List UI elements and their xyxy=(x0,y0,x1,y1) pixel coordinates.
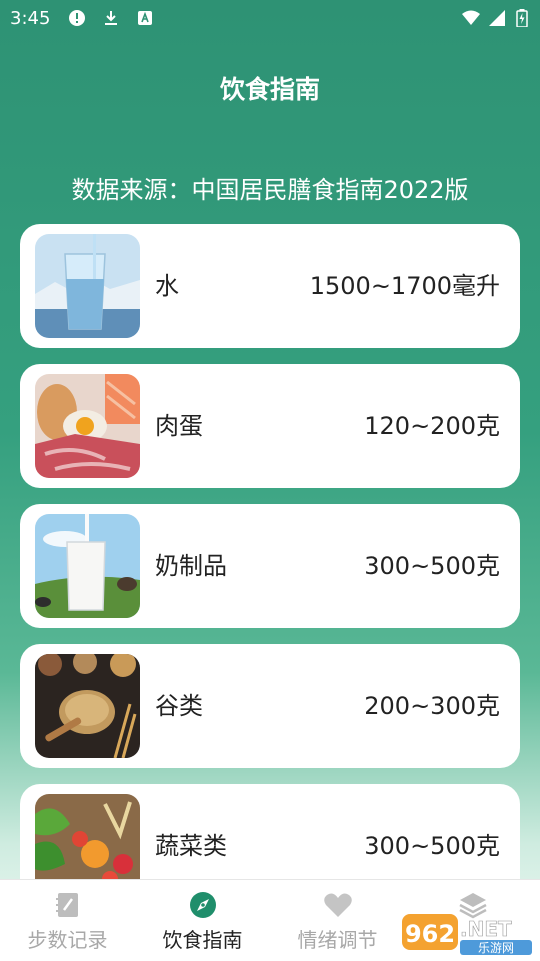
dairy-image xyxy=(35,514,140,618)
food-amount: 1500~1700毫升 xyxy=(309,272,500,300)
food-name: 肉蛋 xyxy=(155,412,203,440)
page-title: 饮食指南 xyxy=(219,75,320,104)
data-source-text: 数据来源：中国居民膳食指南2022版 xyxy=(71,176,469,204)
tab-diet-guide[interactable]: 饮食指南 xyxy=(135,880,270,961)
svg-text:962: 962 xyxy=(405,920,455,948)
tab-label: 步数记录 xyxy=(27,928,108,952)
status-bar: 3:45 xyxy=(0,0,540,36)
status-time: 3:45 xyxy=(10,8,51,29)
svg-text:.NET: .NET xyxy=(460,917,512,941)
tab-steps[interactable]: 步数记录 xyxy=(0,880,135,961)
battery-icon xyxy=(516,9,528,27)
keyboard-a-icon xyxy=(138,11,152,25)
food-amount: 120~200克 xyxy=(364,412,500,440)
food-name: 蔬菜类 xyxy=(155,832,227,860)
signal-icon xyxy=(489,10,505,26)
vegetables-image xyxy=(35,794,140,879)
water-image xyxy=(35,234,140,338)
food-name: 奶制品 xyxy=(155,552,227,580)
grains-image xyxy=(35,654,140,758)
tab-mood[interactable]: 情绪调节 xyxy=(270,880,405,961)
alert-icon xyxy=(69,10,85,26)
food-card-water[interactable]: 水 1500~1700毫升 xyxy=(20,224,520,348)
meat-egg-image xyxy=(35,374,140,478)
food-amount: 300~500克 xyxy=(364,552,500,580)
food-amount: 300~500克 xyxy=(364,832,500,860)
svg-text:乐游网: 乐游网 xyxy=(478,941,514,955)
food-name: 谷类 xyxy=(155,692,203,720)
heart-icon xyxy=(324,893,352,917)
food-list[interactable]: 水 1500~1700毫升 肉蛋 120~200克 奶制品 300~500克 谷… xyxy=(20,224,520,879)
tab-label: 情绪调节 xyxy=(297,928,378,952)
site-watermark-logo: 962 .NET 乐游网 xyxy=(402,914,532,955)
notebook-icon xyxy=(56,893,78,917)
food-amount: 200~300克 xyxy=(364,692,500,720)
food-card-meat-egg[interactable]: 肉蛋 120~200克 xyxy=(20,364,520,488)
download-icon xyxy=(105,11,117,25)
food-name: 水 xyxy=(155,272,179,300)
compass-icon xyxy=(190,892,216,918)
food-card-grains[interactable]: 谷类 200~300克 xyxy=(20,644,520,768)
wifi-icon xyxy=(462,10,480,25)
food-card-vegetables[interactable]: 蔬菜类 300~500克 xyxy=(20,784,520,879)
tab-label: 饮食指南 xyxy=(162,928,243,952)
food-card-dairy[interactable]: 奶制品 300~500克 xyxy=(20,504,520,628)
